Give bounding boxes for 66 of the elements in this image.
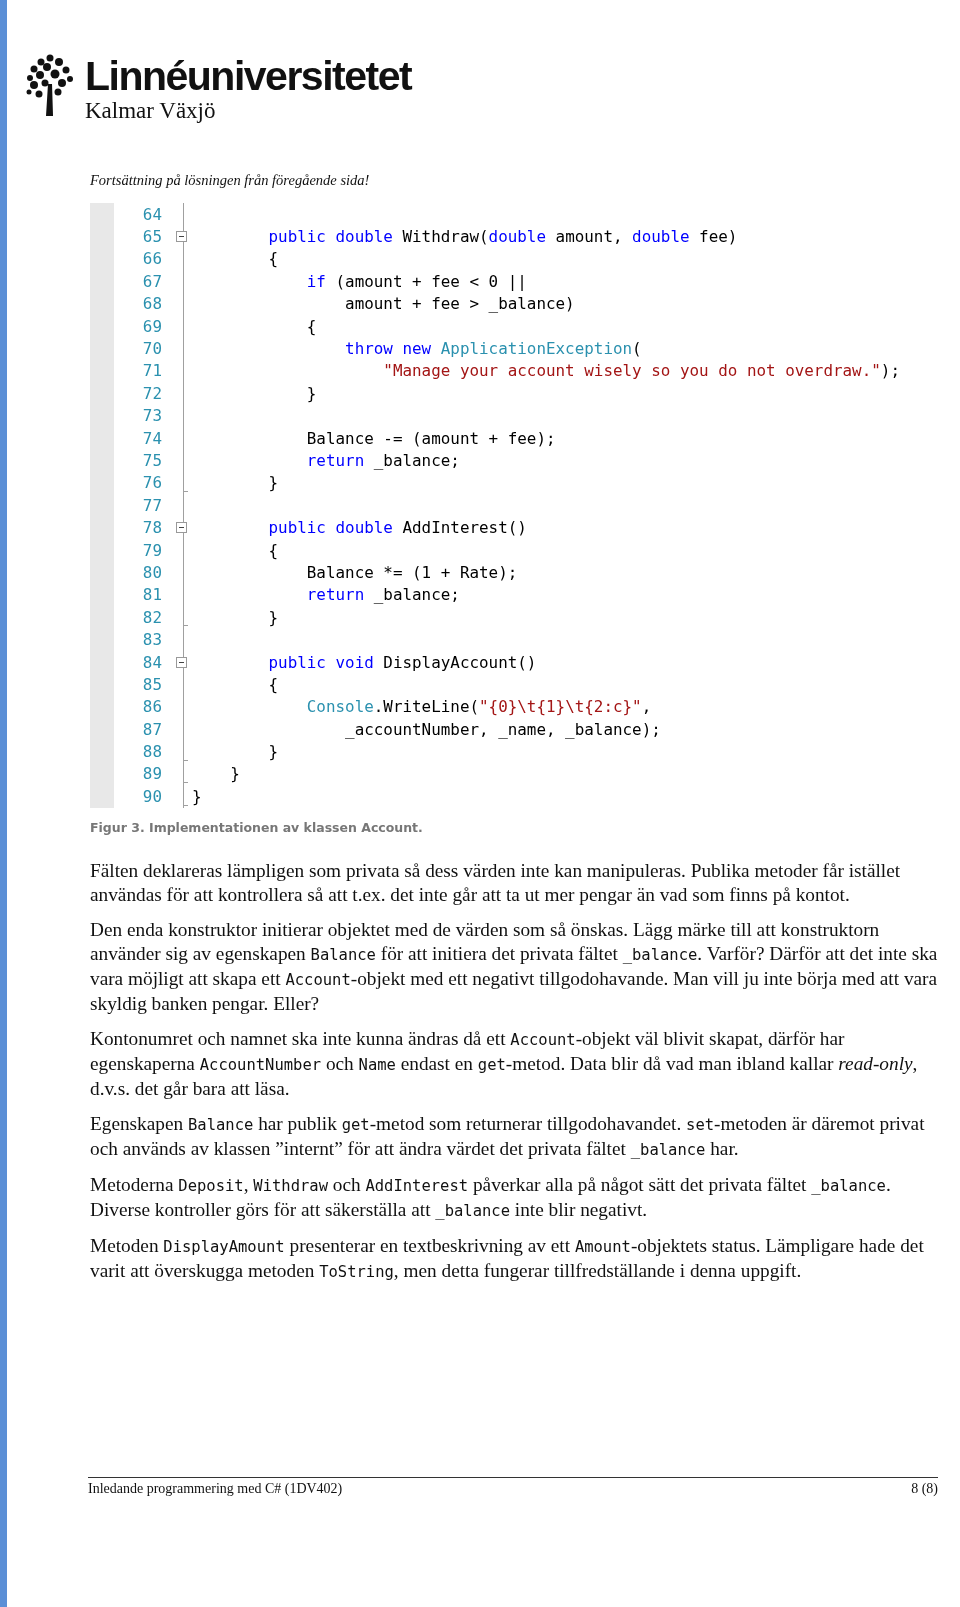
line-number: 78	[141, 518, 162, 538]
line-number: 72	[141, 383, 162, 403]
code-line: {	[267, 674, 279, 694]
tree-logo-icon	[25, 54, 75, 118]
footer-title: Inledande programmering med C# (1DV402)	[88, 1481, 343, 1497]
line-number: 76	[141, 473, 162, 493]
logo-subtitle: Kalmar Växjö	[85, 98, 217, 124]
body-paragraph: Kontonumret och namnet ska inte kunna ändras då ett Account-objekt väl blivit skapat, därför har egenskaperna AccountNumber och Name endast en get-metod. Data blir då vad man ibland kallar read-only, d.v.s. det går bara att läsa.	[90, 1026, 919, 1101]
code-line: {	[267, 540, 279, 560]
code-line: Console.WriteLine("{0}\t{1}\t{2:c}",	[305, 697, 652, 717]
body-paragraph: Metoderna Deposit, Withdraw och AddInterest påverkar alla på något sätt det privata fältet _balance. Diverse kontroller görs för att säkerställa att _balance inte blir negativt.	[90, 1172, 892, 1222]
line-number: 80	[141, 562, 162, 582]
code-line: }	[267, 473, 279, 493]
line-number: 77	[141, 495, 162, 515]
body-paragraph: Den enda konstruktor initierar objektet med de värden som så önskas. Lägg märke till att konstruktorn använder sig av egenskapen Balance för att initiera det privata fältet _balance. Varför? Därför att det inte ska vara möjligt att skapa ett Account-objekt med ett negativt tillgodohavande. Man vill ju inte börja med att vara skyldig banken pengar. Eller?	[90, 917, 938, 1016]
code-line: }	[192, 786, 202, 806]
line-number: 90	[141, 786, 162, 806]
code-line: _accountNumber, _name, _balance);	[344, 719, 661, 739]
body-paragraph: Egenskapen Balance har publik get-metod som returnerar tillgodohavandet. set-metoden är däremot privat och används av klassen ”internt” för att ändra värdet det privata fältet _balance har.	[90, 1111, 926, 1161]
line-number: 87	[141, 719, 162, 739]
intro-note: Fortsättning på lösningen från föregående sida!	[90, 172, 371, 189]
line-number: 73	[141, 406, 162, 426]
code-line: public double AddInterest()	[267, 518, 527, 538]
line-number: 65	[141, 227, 162, 247]
logo-wordmark: Linnéuniversitetet	[85, 52, 412, 100]
line-number: 81	[141, 585, 162, 605]
collapse-icon[interactable]	[176, 231, 187, 243]
line-number: 86	[141, 697, 162, 717]
code-line: "Manage your account wisely so you do not overdraw.");	[382, 361, 900, 381]
line-number: 64	[141, 204, 162, 224]
collapse-icon[interactable]	[176, 656, 187, 668]
line-number: 74	[141, 428, 162, 448]
code-line: public double Withdraw(double amount, double fee)	[267, 227, 738, 247]
line-number: 71	[141, 361, 162, 381]
line-number: 79	[141, 540, 162, 560]
code-line: public void DisplayAccount()	[267, 652, 537, 672]
body-paragraph: Fälten deklareras lämpligen som privata så dess värden inte kan manipuleras. Publika metoder får istället användas för att kontrollera så att t.ex. det inte går att ta ut mer pengar än vad som finns på kontot.	[90, 858, 902, 907]
line-number: 83	[141, 630, 162, 650]
line-number: 89	[141, 764, 162, 784]
line-number: 85	[141, 674, 162, 694]
code-line: if (amount + fee < 0 ||	[305, 271, 527, 291]
line-number: 70	[141, 339, 162, 359]
code-line: {	[267, 249, 279, 269]
code-line: amount + fee > _balance)	[344, 294, 575, 314]
body-paragraph: Metoden DisplayAmount presenterar en textbeskrivning av ett Amount-objektets status. Lämpligare hade det varit att överskugga metoden ToString, men detta fungerar tillfredställande i denna uppgift.	[90, 1233, 925, 1283]
code-line: return _balance;	[305, 451, 460, 470]
line-number: 84	[141, 652, 162, 672]
line-number: 88	[141, 742, 162, 762]
line-number: 68	[141, 294, 162, 314]
line-number: 82	[141, 607, 162, 627]
line-number: 69	[141, 316, 162, 336]
code-line: Balance *= (1 + Rate);	[305, 562, 518, 582]
code-line: }	[229, 764, 240, 784]
collapse-icon[interactable]	[176, 522, 187, 534]
code-line: }	[267, 607, 279, 627]
figure-caption: Figur 3. Implementationen av klassen Account.	[90, 819, 424, 835]
page-number: 8 (8)	[911, 1481, 938, 1497]
code-line: }	[267, 742, 279, 762]
code-line: Balance -= (amount + fee);	[305, 428, 556, 448]
code-line: }	[305, 383, 317, 403]
code-line: throw new ApplicationException(	[344, 339, 642, 359]
code-line: {	[305, 316, 317, 336]
line-number: 75	[141, 451, 162, 470]
line-number: 67	[141, 271, 162, 291]
line-number: 66	[141, 249, 162, 269]
code-line: return _balance;	[305, 585, 460, 605]
